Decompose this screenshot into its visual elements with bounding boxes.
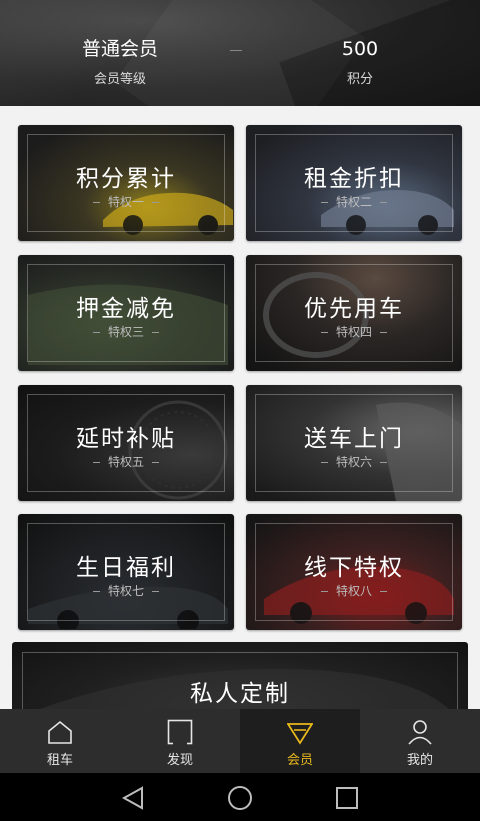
member-points-value: 500 <box>341 38 379 60</box>
member-diamond-icon <box>287 723 313 745</box>
privilege-sub: 特权二 <box>246 193 462 210</box>
tab-mine[interactable]: 我的 <box>360 709 480 773</box>
privilege-title: 押金减免 <box>76 296 176 322</box>
tab-member[interactable]: 会员 <box>240 709 360 773</box>
member-points[interactable]: 500 积分 <box>280 36 440 87</box>
privilege-tile-delivery[interactable]: 送车上门 特权六 <box>246 385 462 501</box>
member-header: 普通会员 会员等级 500 积分 <box>0 0 480 106</box>
privilege-sub-label: 特权七 <box>107 584 144 598</box>
tab-label: 我的 <box>406 753 433 768</box>
privilege-tile-delay[interactable]: 延时补贴 特权五 <box>18 385 234 501</box>
privilege-sub-label: 特权一 <box>107 195 144 209</box>
privilege-sub-label: 特权六 <box>335 455 372 469</box>
privilege-sub-label: 特权四 <box>335 325 372 339</box>
privilege-sub: 特权七 <box>18 582 234 599</box>
privilege-tile-birthday[interactable]: 生日福利 特权七 <box>18 514 234 630</box>
recents-icon[interactable] <box>334 785 360 811</box>
bottom-tab-bar: 租车 发现 会员 我的 <box>0 709 480 773</box>
profile-icon <box>408 720 432 745</box>
member-level: 普通会员 会员等级 <box>40 36 200 87</box>
privilege-sub: 特权四 <box>246 323 462 340</box>
member-points-label: 积分 <box>346 72 373 87</box>
tab-label: 租车 <box>46 753 73 768</box>
privilege-title: 线下特权 <box>304 555 404 581</box>
custom-service-title: 私人定制 <box>190 681 290 707</box>
privilege-sub: 特权六 <box>246 453 462 470</box>
privilege-sub: 特权一 <box>18 193 234 210</box>
privilege-title: 送车上门 <box>304 426 404 452</box>
privilege-tile-deposit[interactable]: 押金减免 特权三 <box>18 255 234 371</box>
privilege-title: 延时补贴 <box>76 426 176 452</box>
home-icon <box>48 720 72 744</box>
member-screen: 普通会员 会员等级 500 积分 积分累计 特权一 租金折扣 特权二 押金减免 … <box>0 0 480 821</box>
discover-icon <box>167 719 193 745</box>
member-level-label: 会员等级 <box>93 72 146 87</box>
privilege-tile-points[interactable]: 积分累计 特权一 <box>18 125 234 241</box>
privilege-sub: 特权八 <box>246 582 462 599</box>
privilege-sub-label: 特权八 <box>335 584 372 598</box>
tab-rent[interactable]: 租车 <box>0 709 120 773</box>
member-level-value: 普通会员 <box>81 38 158 60</box>
privilege-sub: 特权三 <box>18 323 234 340</box>
header-divider <box>230 50 242 51</box>
back-icon[interactable] <box>120 785 146 811</box>
privilege-sub-label: 特权五 <box>107 455 144 469</box>
tab-label: 发现 <box>166 753 193 768</box>
tab-label: 会员 <box>286 753 313 768</box>
system-nav-bar <box>0 773 480 821</box>
home-circle-icon[interactable] <box>227 785 253 811</box>
privilege-sub-label: 特权二 <box>335 195 372 209</box>
privilege-tile-discount[interactable]: 租金折扣 特权二 <box>246 125 462 241</box>
privilege-title: 租金折扣 <box>304 166 404 192</box>
privilege-tile-offline[interactable]: 线下特权 特权八 <box>246 514 462 630</box>
privilege-sub-label: 特权三 <box>107 325 144 339</box>
privilege-tile-priority[interactable]: 优先用车 特权四 <box>246 255 462 371</box>
privilege-title: 积分累计 <box>76 166 176 192</box>
tab-discover[interactable]: 发现 <box>120 709 240 773</box>
privilege-sub: 特权五 <box>18 453 234 470</box>
privilege-title: 优先用车 <box>304 296 404 322</box>
privilege-title: 生日福利 <box>76 555 176 581</box>
